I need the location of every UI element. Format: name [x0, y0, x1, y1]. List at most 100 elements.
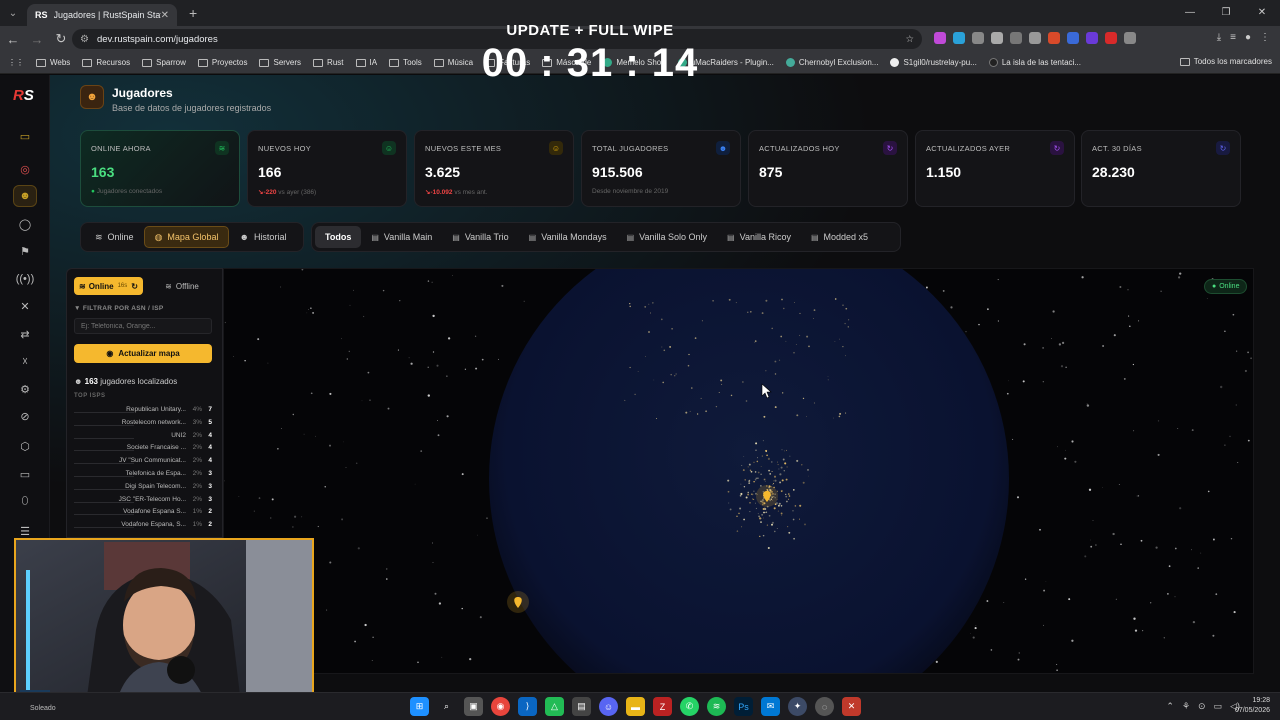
extension-icon[interactable]: [1048, 32, 1060, 44]
online-toggle[interactable]: ≋ Online 16s ↻: [74, 277, 143, 295]
app-icon[interactable]: ✕: [842, 697, 861, 716]
settings-icon[interactable]: ⚙: [13, 378, 37, 400]
app-icon[interactable]: ◌: [815, 697, 834, 716]
users-icon[interactable]: ☻: [13, 185, 37, 207]
weather-widget[interactable]: Soleado: [30, 705, 56, 712]
map-pin-icon[interactable]: ◎: [13, 158, 37, 180]
extensions-puzzle-icon[interactable]: [1124, 32, 1136, 44]
app-icon[interactable]: △: [545, 697, 564, 716]
reload-icon[interactable]: ↻: [50, 31, 72, 47]
file-explorer-icon[interactable]: ▬: [626, 697, 645, 716]
app-icon[interactable]: ▤: [572, 697, 591, 716]
refresh-icon[interactable]: ↻: [131, 282, 138, 291]
windows-start-icon[interactable]: ⊞: [410, 697, 429, 716]
bookmark-folder[interactable]: Proyectos: [197, 58, 247, 67]
browser-tab[interactable]: RS Jugadores | RustSpain Staff ✕: [27, 4, 177, 26]
network-icon[interactable]: ⚘: [1182, 701, 1190, 712]
app-icon[interactable]: ✦: [788, 697, 807, 716]
user-x-icon[interactable]: ☓: [13, 350, 37, 372]
bookmark-star-icon[interactable]: ☆: [905, 34, 914, 45]
user-plus-icon: ☺: [549, 141, 563, 155]
offline-toggle[interactable]: ≋ Offline: [147, 277, 217, 295]
shield-2-icon[interactable]: ⬡: [13, 435, 37, 457]
broadcast-icon[interactable]: ((•)): [13, 268, 37, 290]
shield-3-icon[interactable]: ⬯: [13, 490, 37, 512]
server-tab[interactable]: ▤ Vanilla Main: [361, 226, 442, 248]
discord-icon[interactable]: ☺: [599, 697, 618, 716]
back-icon[interactable]: ←: [2, 32, 24, 47]
extension-icon[interactable]: [953, 32, 965, 44]
shield-icon[interactable]: ◯: [13, 213, 37, 235]
flag-icon[interactable]: ⚑: [13, 240, 37, 262]
bookmark-folder[interactable]: Servers: [259, 58, 301, 67]
profile-icon[interactable]: ●: [1245, 32, 1251, 43]
chrome-icon[interactable]: ◉: [491, 697, 510, 716]
display-icon[interactable]: ▭: [1214, 701, 1223, 712]
bookmark-folder[interactable]: Recursos: [82, 58, 130, 67]
globe-canvas[interactable]: [224, 269, 1254, 674]
bookmark-link[interactable]: Chernobyl Exclusion...: [785, 58, 878, 67]
close-window-icon[interactable]: ✕: [1244, 0, 1280, 24]
swap-icon[interactable]: ⇄: [13, 323, 37, 345]
global-map[interactable]: ● Online: [223, 268, 1254, 674]
menu-icon[interactable]: ⋮: [1260, 32, 1270, 43]
monitor-icon[interactable]: ▭: [13, 463, 37, 485]
spotify-icon[interactable]: ≋: [707, 697, 726, 716]
bookmark-link[interactable]: S1gil0/rustrelay-pu...: [890, 58, 977, 67]
server-tab[interactable]: ▤ Vanilla Mondays: [519, 226, 617, 248]
extension-icon[interactable]: [1010, 32, 1022, 44]
mail-icon[interactable]: ✉: [761, 697, 780, 716]
tab-history[interactable]: ☻ Historial: [229, 226, 296, 248]
maximize-icon[interactable]: ❐: [1208, 0, 1244, 24]
minimize-icon[interactable]: —: [1172, 0, 1208, 24]
bookmark-folder[interactable]: Música: [433, 58, 473, 67]
extension-icon[interactable]: [1105, 32, 1117, 44]
server-tab[interactable]: ▤ Vanilla Solo Only: [617, 226, 717, 248]
bookmark-link[interactable]: La isla de las tentaci...: [988, 58, 1081, 67]
grid-icon[interactable]: ▭: [13, 125, 37, 147]
filezilla-icon[interactable]: Z: [653, 697, 672, 716]
whatsapp-icon[interactable]: ✆: [680, 697, 699, 716]
system-clock[interactable]: 19:28 07/05/2026: [1235, 696, 1270, 716]
ban-icon[interactable]: ⊘: [13, 405, 37, 427]
extension-icon[interactable]: [991, 32, 1003, 44]
vscode-icon[interactable]: ⟩: [518, 697, 537, 716]
task-view-icon[interactable]: ▣: [464, 697, 483, 716]
mute-icon[interactable]: ✕: [13, 295, 37, 317]
brand-logo[interactable]: RS: [13, 87, 34, 104]
close-tab-icon[interactable]: ✕: [161, 10, 169, 21]
extension-icon[interactable]: [934, 32, 946, 44]
server-tab[interactable]: ▤ Modded x5: [801, 226, 878, 248]
star: [1039, 528, 1041, 531]
search-icon[interactable]: ⌕: [437, 697, 456, 716]
extension-icon[interactable]: [1086, 32, 1098, 44]
tab-list-button[interactable]: ⌄: [5, 5, 21, 21]
photoshop-icon[interactable]: Ps: [734, 697, 753, 716]
bookmark-folder[interactable]: Sparrow: [142, 58, 186, 67]
city-light: [755, 507, 757, 509]
update-map-button[interactable]: ◉ Actualizar mapa: [74, 344, 212, 363]
site-settings-icon[interactable]: ⚙: [80, 34, 89, 45]
apps-icon[interactable]: ⋮⋮: [8, 58, 24, 67]
download-icon[interactable]: ⤓: [1217, 32, 1221, 43]
bookmark-folder[interactable]: Webs: [36, 58, 70, 67]
server-tab[interactable]: ▤ Vanilla Ricoy: [717, 226, 801, 248]
bookmark-folder[interactable]: IA: [355, 58, 377, 67]
chevron-up-icon[interactable]: ⌃: [1166, 701, 1174, 712]
new-tab-icon[interactable]: +: [189, 5, 197, 21]
all-bookmarks-folder[interactable]: Todos los marcadores: [1179, 57, 1272, 66]
extension-icon[interactable]: [972, 32, 984, 44]
forward-icon[interactable]: →: [26, 32, 48, 47]
bookmark-folder[interactable]: Tools: [389, 58, 422, 67]
tab-online[interactable]: ≋ Online: [85, 226, 144, 248]
bookmark-folder[interactable]: Rust: [313, 58, 344, 67]
extension-icon[interactable]: [1067, 32, 1079, 44]
tab-global-map[interactable]: ◍ Mapa Global: [143, 226, 230, 248]
microphone-icon[interactable]: ⊙: [1198, 701, 1206, 712]
asn-filter-input[interactable]: [74, 318, 212, 334]
server-tab-all[interactable]: Todos: [315, 226, 362, 248]
city-light: [720, 379, 723, 382]
server-tab[interactable]: ▤ Vanilla Trio: [442, 226, 518, 248]
media-icon[interactable]: ≡: [1230, 32, 1236, 43]
extension-icon[interactable]: [1029, 32, 1041, 44]
